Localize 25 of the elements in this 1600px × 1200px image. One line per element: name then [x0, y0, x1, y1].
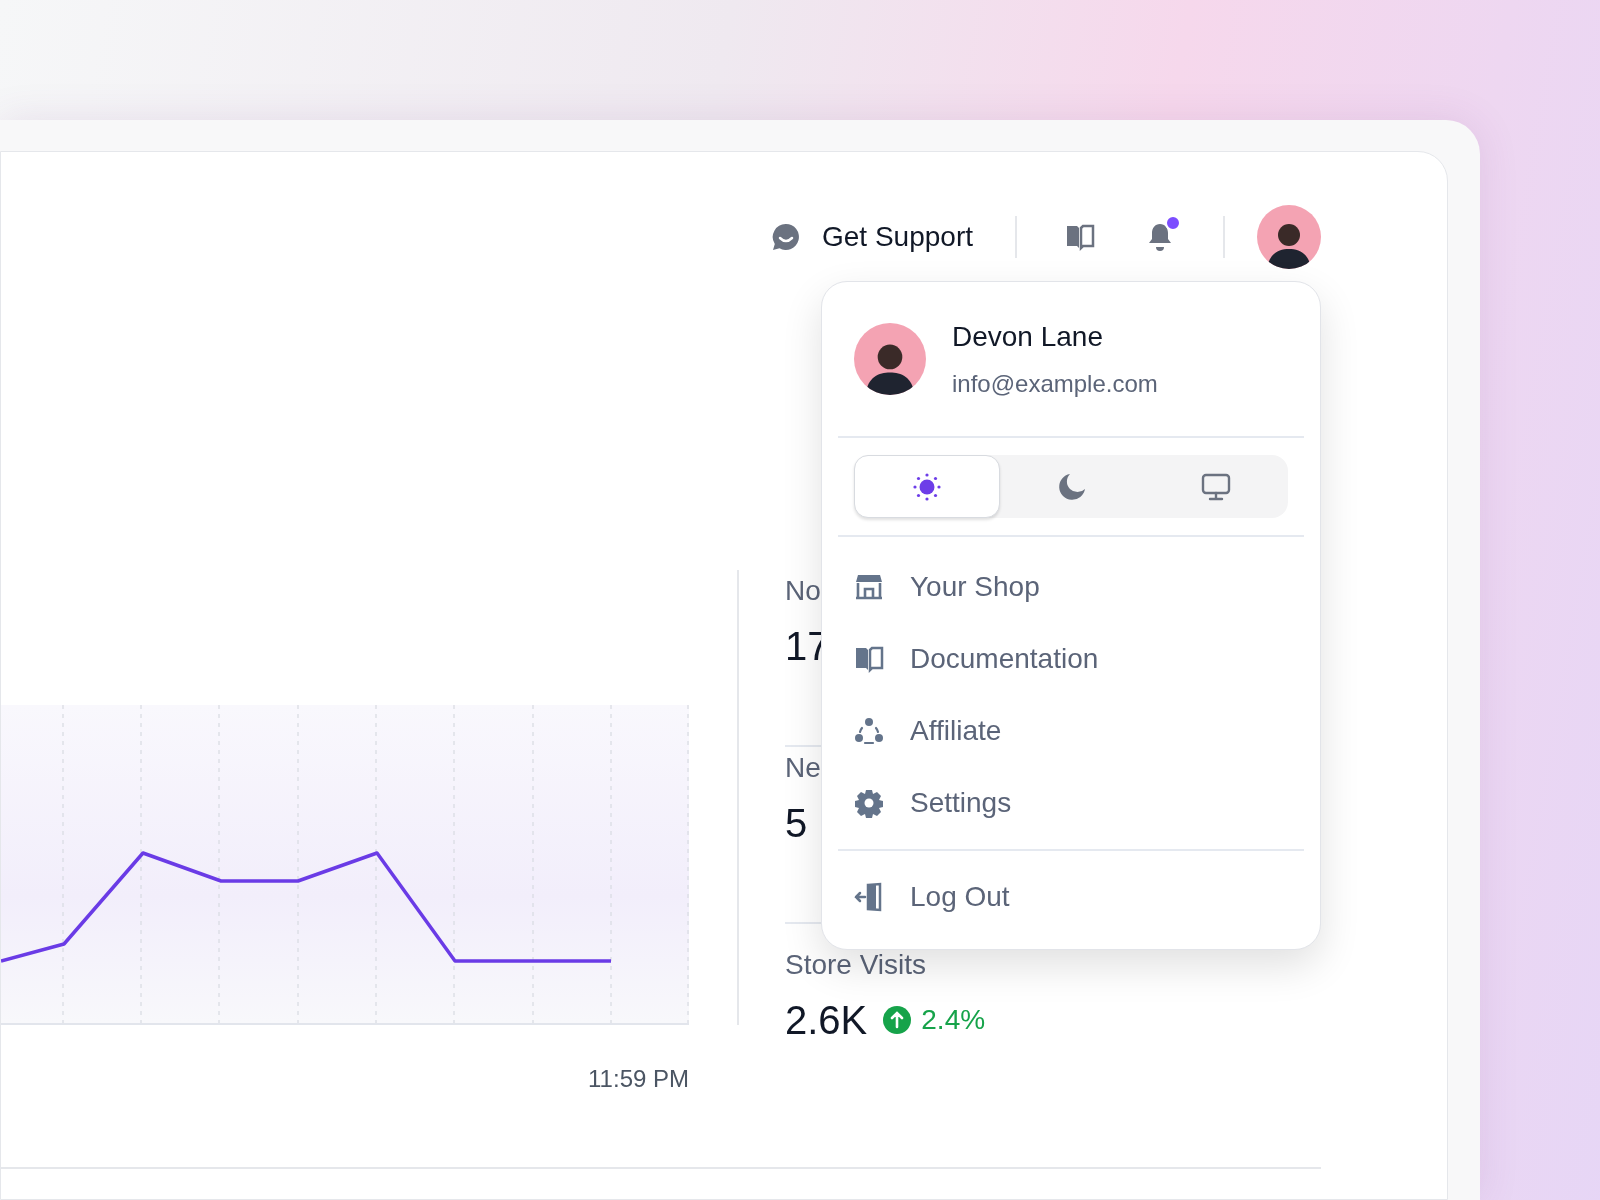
stat-value: 2.6K [785, 997, 868, 1044]
stat-value: 5 [785, 800, 808, 847]
moon-icon [1057, 471, 1087, 502]
theme-option[interactable] [854, 455, 1000, 518]
menu-item[interactable]: Your Shop [838, 551, 1304, 623]
door-exit-icon [854, 882, 884, 912]
menu-item[interactable]: Documentation [838, 623, 1304, 695]
book-icon[interactable] [1065, 222, 1095, 252]
menu-item[interactable]: Log Out [838, 861, 1304, 933]
menu-item[interactable]: Settings [838, 767, 1304, 839]
stat-change: 2.4% [921, 1003, 986, 1037]
connected-dots-icon [854, 716, 884, 746]
menu-item[interactable]: Affiliate [838, 695, 1304, 767]
get-support-button[interactable]: Get Support [822, 216, 973, 258]
book-icon [854, 644, 884, 674]
stat-label: No [785, 574, 821, 608]
settings-icon [854, 788, 884, 818]
axis-label: 11:59 PM [588, 1064, 689, 1094]
chat-bubble-icon[interactable] [770, 221, 802, 253]
user-name: Devon Lane [952, 320, 1104, 354]
user-email: info@example.com [952, 369, 1158, 399]
stat-label: Ne [785, 751, 821, 785]
monitor-icon [1200, 471, 1232, 502]
stat-label: Store Visits [785, 948, 927, 982]
storefront-icon [854, 572, 884, 602]
